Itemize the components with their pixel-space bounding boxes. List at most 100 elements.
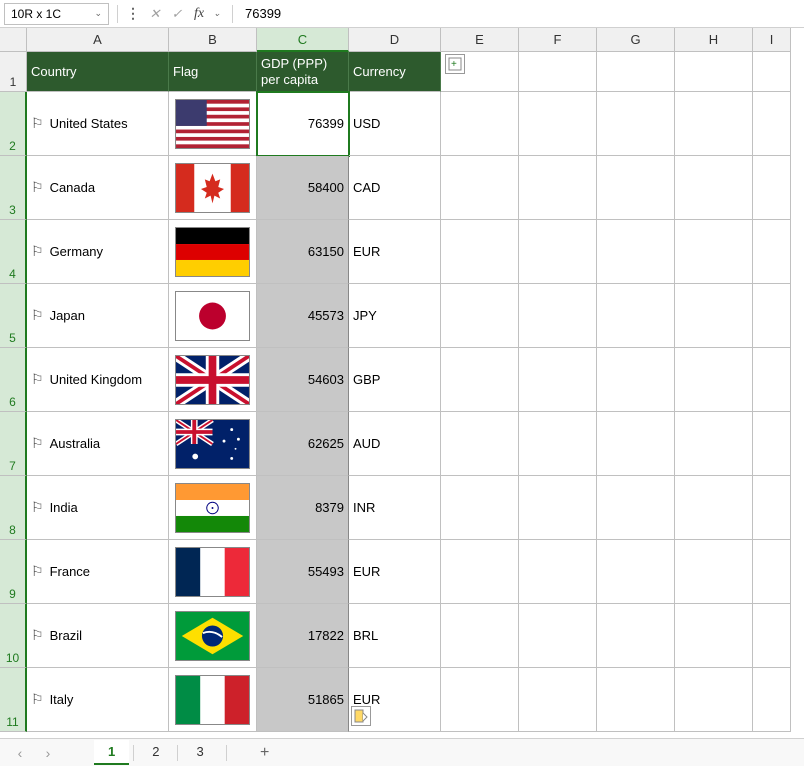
formula-input[interactable]: 76399 (237, 4, 804, 23)
column-header[interactable]: I (753, 28, 791, 52)
gdp-cell[interactable]: 17822 (257, 604, 349, 668)
row-header[interactable]: 5 (0, 284, 27, 348)
gdp-cell[interactable]: 58400 (257, 156, 349, 220)
row-header[interactable]: 11 (0, 668, 27, 732)
cell[interactable] (519, 220, 597, 284)
cell[interactable] (441, 604, 519, 668)
gdp-cell[interactable]: 45573 (257, 284, 349, 348)
add-sheet-icon[interactable]: + (253, 741, 277, 765)
row-header[interactable]: 4 (0, 220, 27, 284)
cell[interactable] (519, 52, 597, 92)
cell[interactable] (519, 604, 597, 668)
column-header[interactable]: C (257, 28, 349, 52)
cell[interactable] (441, 284, 519, 348)
cell[interactable] (441, 156, 519, 220)
cell[interactable] (441, 412, 519, 476)
cell[interactable] (597, 412, 675, 476)
flag-cell[interactable] (169, 540, 257, 604)
cell[interactable] (597, 156, 675, 220)
currency-cell[interactable]: EUR (349, 540, 441, 604)
vertical-dots-icon[interactable]: ⋮ (122, 5, 144, 22)
header-cell[interactable]: Currency (349, 52, 441, 92)
currency-cell[interactable]: BRL (349, 604, 441, 668)
tab-prev-icon[interactable]: ‹ (8, 741, 32, 765)
cell[interactable] (753, 348, 791, 412)
currency-cell[interactable]: EUR (349, 220, 441, 284)
country-cell[interactable]: ⚐India (27, 476, 169, 540)
column-header[interactable]: G (597, 28, 675, 52)
gdp-cell[interactable]: 54603 (257, 348, 349, 412)
cell[interactable] (675, 540, 753, 604)
country-cell[interactable]: ⚐Italy (27, 668, 169, 732)
cell[interactable] (519, 476, 597, 540)
country-cell[interactable]: ⚐Japan (27, 284, 169, 348)
row-header[interactable]: 1 (0, 52, 27, 92)
currency-cell[interactable]: INR (349, 476, 441, 540)
row-header[interactable]: 8 (0, 476, 27, 540)
cell[interactable] (597, 52, 675, 92)
flag-cell[interactable] (169, 156, 257, 220)
country-cell[interactable]: ⚐France (27, 540, 169, 604)
country-cell[interactable]: ⚐Canada (27, 156, 169, 220)
cell[interactable] (441, 348, 519, 412)
cell[interactable] (753, 476, 791, 540)
cell[interactable] (441, 92, 519, 156)
country-cell[interactable]: ⚐United Kingdom (27, 348, 169, 412)
flag-cell[interactable] (169, 92, 257, 156)
cell[interactable] (519, 284, 597, 348)
gdp-cell[interactable]: 76399 (257, 92, 349, 156)
cell[interactable] (675, 348, 753, 412)
cell[interactable] (753, 284, 791, 348)
cell[interactable] (753, 220, 791, 284)
cell[interactable] (519, 92, 597, 156)
cell[interactable] (597, 92, 675, 156)
gdp-cell[interactable]: 8379 (257, 476, 349, 540)
insert-smart-tag-icon[interactable]: + (445, 54, 465, 74)
tab-next-icon[interactable]: › (36, 741, 60, 765)
cell[interactable] (597, 668, 675, 732)
cell[interactable] (675, 156, 753, 220)
cell[interactable] (441, 476, 519, 540)
paste-options-icon[interactable] (351, 706, 371, 726)
cell[interactable] (519, 668, 597, 732)
currency-cell[interactable]: USD (349, 92, 441, 156)
row-header[interactable]: 6 (0, 348, 27, 412)
row-header[interactable]: 7 (0, 412, 27, 476)
cell[interactable] (675, 604, 753, 668)
gdp-cell[interactable]: 55493 (257, 540, 349, 604)
cell[interactable] (753, 540, 791, 604)
cell[interactable] (675, 92, 753, 156)
row-header[interactable]: 10 (0, 604, 27, 668)
sheet-tab[interactable]: 1 (94, 740, 129, 765)
cell[interactable] (675, 476, 753, 540)
column-header[interactable]: F (519, 28, 597, 52)
column-header[interactable]: A (27, 28, 169, 52)
cell[interactable] (675, 412, 753, 476)
gdp-cell[interactable]: 63150 (257, 220, 349, 284)
cell[interactable] (753, 156, 791, 220)
sheet-tab[interactable]: 3 (182, 740, 217, 765)
country-cell[interactable]: ⚐United States (27, 92, 169, 156)
cell[interactable] (753, 412, 791, 476)
currency-cell[interactable]: JPY (349, 284, 441, 348)
accept-formula-icon[interactable]: ✓ (166, 3, 188, 25)
cell[interactable] (441, 668, 519, 732)
flag-cell[interactable] (169, 604, 257, 668)
cell[interactable] (441, 220, 519, 284)
column-header[interactable]: H (675, 28, 753, 52)
cell[interactable] (597, 284, 675, 348)
currency-cell[interactable]: AUD (349, 412, 441, 476)
flag-cell[interactable] (169, 668, 257, 732)
gdp-cell[interactable]: 62625 (257, 412, 349, 476)
country-cell[interactable]: ⚐Australia (27, 412, 169, 476)
column-header[interactable]: D (349, 28, 441, 52)
cell[interactable] (597, 540, 675, 604)
chevron-down-icon[interactable]: ⌄ (206, 3, 228, 25)
select-all-corner[interactable] (0, 28, 27, 52)
cell[interactable] (597, 348, 675, 412)
flag-cell[interactable] (169, 284, 257, 348)
gdp-cell[interactable]: 51865 (257, 668, 349, 732)
cell[interactable] (597, 604, 675, 668)
cell[interactable] (675, 52, 753, 92)
name-box[interactable]: 10R x 1C ⌄ (4, 3, 109, 25)
